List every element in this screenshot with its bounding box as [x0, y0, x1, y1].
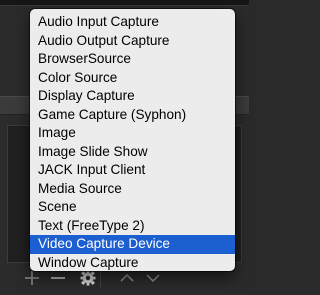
menu-item-text-freetype-2[interactable]: Text (FreeType 2) [30, 217, 235, 236]
menu-item-audio-output-capture[interactable]: Audio Output Capture [30, 32, 235, 51]
menu-item-video-capture-device[interactable]: Video Capture Device [30, 235, 235, 254]
add-source-menu: Audio Input Capture Audio Output Capture… [30, 9, 235, 271]
menu-item-browser-source[interactable]: BrowserSource [30, 50, 235, 69]
menu-item-window-capture[interactable]: Window Capture [30, 254, 235, 273]
menu-item-game-capture-syphon[interactable]: Game Capture (Syphon) [30, 106, 235, 125]
menu-item-scene[interactable]: Scene [30, 198, 235, 217]
dock-top-strip [0, 0, 249, 6]
menu-item-image[interactable]: Image [30, 124, 235, 143]
toolbar-divider [100, 271, 101, 287]
menu-item-display-capture[interactable]: Display Capture [30, 87, 235, 106]
menu-item-audio-input-capture[interactable]: Audio Input Capture [30, 13, 235, 32]
menu-item-color-source[interactable]: Color Source [30, 69, 235, 88]
menu-item-jack-input-client[interactable]: JACK Input Client [30, 161, 235, 180]
menu-item-image-slide-show[interactable]: Image Slide Show [30, 143, 235, 162]
menu-item-media-source[interactable]: Media Source [30, 180, 235, 199]
